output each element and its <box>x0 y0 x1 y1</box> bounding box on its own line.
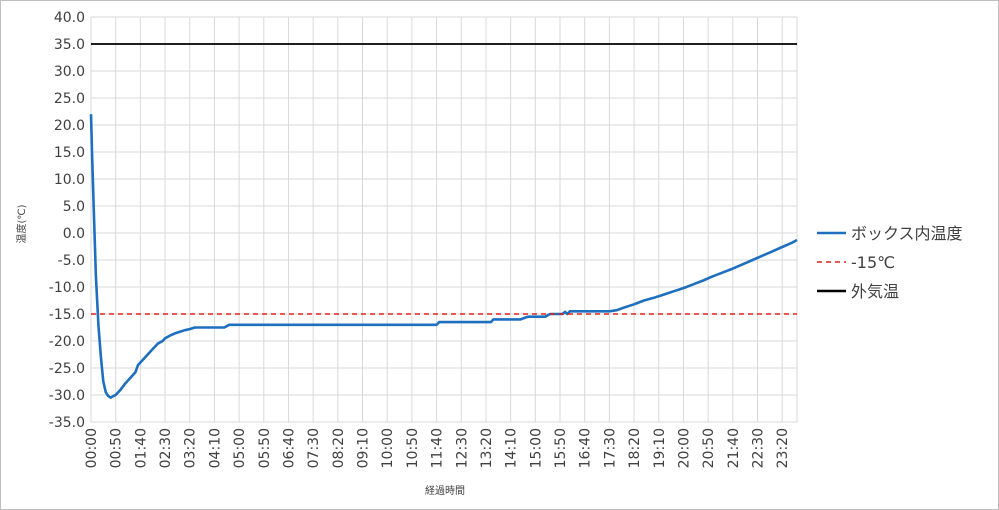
x-tick-label: 00:00 <box>84 428 100 468</box>
x-tick-label: 06:40 <box>281 428 297 468</box>
x-tick-label: 20:50 <box>701 428 717 468</box>
legend-label: -15℃ <box>851 253 895 272</box>
x-axis-label: 経過時間 <box>425 484 465 497</box>
x-tick-label: 04:10 <box>207 428 223 468</box>
x-tick-label: 20:00 <box>676 428 692 468</box>
y-tick-label: -30.0 <box>49 388 85 404</box>
x-tick-label: 09:10 <box>356 428 372 468</box>
x-tick-label: 16:40 <box>578 428 594 468</box>
y-tick-label: 0.0 <box>63 226 85 242</box>
y-tick-label: 25.0 <box>54 91 85 107</box>
y-tick-label: 30.0 <box>54 64 85 80</box>
x-tick-label: 18:20 <box>627 428 643 468</box>
x-tick-label: 01:40 <box>133 428 149 468</box>
x-tick-label: 08:20 <box>331 428 347 468</box>
x-tick-label: 13:20 <box>479 428 495 468</box>
x-tick-label: 12:30 <box>454 428 470 468</box>
x-tick-label: 02:30 <box>158 428 174 468</box>
y-axis-label: 温度(℃) <box>15 204 28 243</box>
y-tick-label: 5.0 <box>63 199 85 215</box>
y-tick-label: -35.0 <box>49 415 85 431</box>
y-tick-label: 20.0 <box>54 118 85 134</box>
series-line-0 <box>89 114 798 400</box>
x-tick-label: 07:30 <box>306 428 322 468</box>
x-tick-labels: 00:00 00:50 01:40 02:30 03:20 04:10 05:00 05:50… <box>84 428 791 468</box>
x-tick-label: 22:30 <box>751 428 767 468</box>
grid-lines <box>90 16 798 423</box>
x-tick-label: 10:00 <box>380 428 396 468</box>
line-chart: 40.0 35.0 30.0 25.0 20.0 15.0 10.0 5.0 0.0 -5.0 -1… <box>15 10 963 497</box>
x-tick-label: 17:30 <box>602 428 618 468</box>
x-tick-label: 05:50 <box>257 428 273 468</box>
y-tick-label: -25.0 <box>49 361 85 377</box>
x-tick-label: 05:00 <box>232 428 248 468</box>
y-tick-label: -15.0 <box>49 307 85 323</box>
y-tick-labels: 40.0 35.0 30.0 25.0 20.0 15.0 10.0 5.0 0.0 -5.0 -1… <box>49 10 85 431</box>
x-tick-label: 03:20 <box>183 428 199 468</box>
y-tick-label: 40.0 <box>54 10 85 26</box>
x-tick-label: 14:10 <box>504 428 520 468</box>
x-tick-label: 11:40 <box>430 428 446 468</box>
legend-label: 外気温 <box>851 282 899 301</box>
legend-label: ボックス内温度 <box>851 224 963 243</box>
y-tick-label: 15.0 <box>54 145 85 161</box>
y-tick-label: -5.0 <box>58 253 85 269</box>
x-tick-label: 10:50 <box>405 428 421 468</box>
x-tick-label: 15:50 <box>553 428 569 468</box>
x-tick-label: 00:50 <box>109 428 125 468</box>
x-tick-label: 15:00 <box>528 428 544 468</box>
y-tick-label: 35.0 <box>54 37 85 53</box>
y-tick-label: -20.0 <box>49 334 85 350</box>
series-lines <box>89 43 798 400</box>
y-tick-label: -10.0 <box>49 280 85 296</box>
legend: ボックス内温度 -15℃ 外気温 <box>817 224 963 301</box>
x-tick-label: 21:40 <box>726 428 742 468</box>
x-tick-label: 19:10 <box>652 428 668 468</box>
x-tick-label: 23:20 <box>775 428 791 468</box>
y-tick-label: 10.0 <box>54 172 85 188</box>
